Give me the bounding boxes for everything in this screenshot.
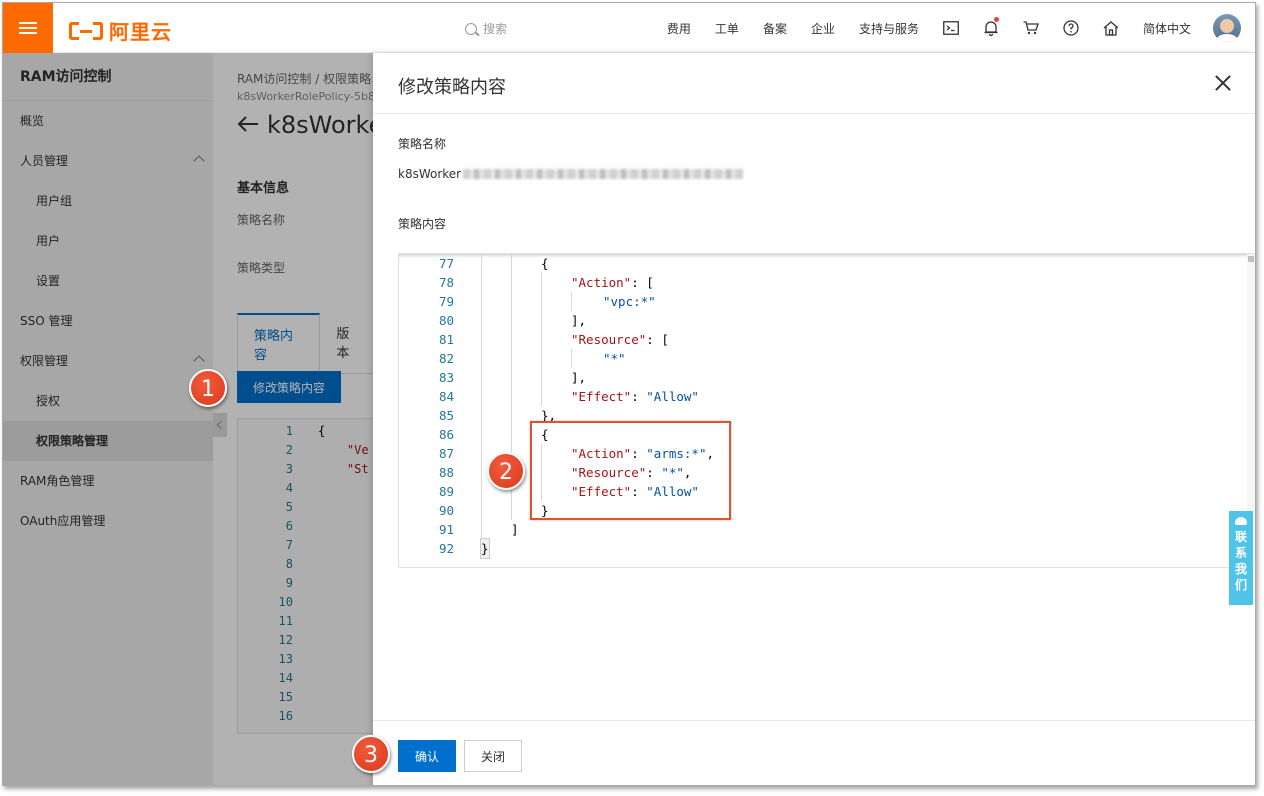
code-text: } bbox=[480, 538, 490, 559]
policy-content-label: 策略内容 bbox=[398, 217, 447, 231]
drawer-footer: 确认 关闭 bbox=[373, 720, 1255, 785]
line-number: 86 bbox=[438, 427, 454, 442]
notification-dot bbox=[993, 17, 999, 22]
line-number: 85 bbox=[438, 408, 454, 423]
contact-us-label: 联系我们 bbox=[1234, 530, 1247, 592]
code-line: 90} bbox=[399, 501, 1255, 520]
logo-text: 阿里云 bbox=[109, 20, 172, 44]
code-line: 86{ bbox=[399, 425, 1255, 444]
bell-icon[interactable] bbox=[971, 3, 1011, 53]
code-line: 87 "Action": "arms:*", bbox=[399, 444, 1255, 463]
drawer-title: 修改策略内容 bbox=[398, 77, 506, 98]
line-number: 88 bbox=[438, 465, 454, 480]
line-number: 92 bbox=[438, 541, 454, 556]
search-icon bbox=[465, 22, 477, 35]
nav-enterprise[interactable]: 企业 bbox=[799, 20, 847, 37]
redacted-text bbox=[463, 169, 744, 179]
language-switch[interactable]: 简体中文 bbox=[1131, 20, 1203, 37]
step-marker-1: 1 bbox=[189, 369, 227, 407]
nav-icp[interactable]: 备案 bbox=[751, 20, 799, 37]
line-number: 83 bbox=[438, 370, 454, 385]
policy-name-text: k8sWorker bbox=[398, 167, 462, 181]
code-line: 85}, bbox=[399, 406, 1255, 425]
step-marker-3: 3 bbox=[352, 735, 390, 773]
code-line: 81 "Resource": [ bbox=[399, 330, 1255, 349]
code-text: "Resource": [ bbox=[571, 332, 669, 347]
contact-us-tab[interactable]: 联系我们 bbox=[1229, 511, 1253, 605]
code-text: ], bbox=[571, 370, 587, 385]
code-line: 92} bbox=[399, 538, 1255, 559]
code-text: { bbox=[541, 256, 549, 271]
step-marker-2: 2 bbox=[487, 452, 525, 490]
nav-billing[interactable]: 费用 bbox=[655, 20, 703, 37]
code-text: "*" bbox=[603, 351, 626, 366]
code-line: 78 "Action": [ bbox=[399, 273, 1255, 292]
code-text: "Action": [ bbox=[571, 275, 654, 290]
code-line: 89 "Effect": "Allow" bbox=[399, 482, 1255, 501]
window: 阿里云 搜索 费用 工单 备案 企业 支持与服务 简体中文 RAM访问控制 概览… bbox=[2, 2, 1256, 786]
line-number: 77 bbox=[438, 256, 454, 271]
code-line: 82 "*" bbox=[399, 349, 1255, 368]
code-line: 91] bbox=[399, 520, 1255, 539]
close-button[interactable]: 关闭 bbox=[464, 740, 522, 772]
code-line: 88 "Resource": "*", bbox=[399, 463, 1255, 482]
aliyun-logo-icon bbox=[69, 20, 103, 42]
policy-code-editor[interactable]: 77 {78 "Action": [ 79 "vpc:*" 80], 81 "Resource… bbox=[398, 253, 1255, 568]
code-text: ], bbox=[571, 313, 587, 328]
nav-support[interactable]: 支持与服务 bbox=[847, 20, 931, 37]
code-text: "vpc:*" bbox=[603, 294, 656, 309]
code-text: ] bbox=[511, 522, 519, 537]
drawer-header: 修改策略内容 bbox=[373, 53, 1255, 114]
policy-name-value: k8sWorker bbox=[398, 167, 744, 181]
nav-tickets[interactable]: 工单 bbox=[703, 20, 751, 37]
indent-guide bbox=[571, 292, 572, 311]
chat-icon bbox=[1235, 517, 1247, 525]
line-number: 91 bbox=[438, 522, 454, 537]
line-number: 87 bbox=[438, 446, 454, 461]
aliyun-logo[interactable]: 阿里云 bbox=[69, 16, 172, 45]
indent-guide bbox=[541, 273, 542, 406]
line-number: 81 bbox=[438, 332, 454, 347]
highlight-box bbox=[530, 421, 731, 520]
cart-icon[interactable] bbox=[1011, 3, 1051, 53]
code-text: "Effect": "Allow" bbox=[571, 389, 699, 404]
indent-guide bbox=[481, 254, 482, 539]
code-line: 77 { bbox=[399, 254, 1255, 273]
code-line: 83], bbox=[399, 368, 1255, 387]
top-nav: 费用 工单 备案 企业 支持与服务 简体中文 bbox=[655, 3, 1255, 53]
search-placeholder: 搜索 bbox=[483, 22, 508, 36]
code-line: 84 "Effect": "Allow" bbox=[399, 387, 1255, 406]
hamburger-menu-icon[interactable] bbox=[3, 3, 53, 53]
close-icon[interactable] bbox=[1215, 75, 1231, 91]
search-box[interactable]: 搜索 bbox=[465, 20, 507, 37]
code-line: 80], bbox=[399, 311, 1255, 330]
line-number: 90 bbox=[438, 503, 454, 518]
home-icon[interactable] bbox=[1091, 3, 1131, 53]
top-navbar: 阿里云 搜索 费用 工单 备案 企业 支持与服务 简体中文 bbox=[3, 3, 1255, 53]
line-number: 89 bbox=[438, 484, 454, 499]
line-number: 78 bbox=[438, 275, 454, 290]
edit-policy-drawer: 修改策略内容 策略名称 k8sWorker 策略内容 77 {78 "Action"… bbox=[373, 53, 1255, 785]
line-number: 79 bbox=[438, 294, 454, 309]
line-number: 84 bbox=[438, 389, 454, 404]
code-line: 79 "vpc:*" bbox=[399, 292, 1255, 311]
indent-guide bbox=[571, 349, 572, 368]
line-number: 80 bbox=[438, 313, 454, 328]
user-avatar[interactable] bbox=[1213, 14, 1241, 42]
help-icon[interactable] bbox=[1051, 3, 1091, 53]
terminal-icon[interactable] bbox=[931, 3, 971, 53]
confirm-button[interactable]: 确认 bbox=[398, 740, 456, 772]
policy-name-label: 策略名称 bbox=[398, 137, 447, 151]
line-number: 82 bbox=[438, 351, 454, 366]
